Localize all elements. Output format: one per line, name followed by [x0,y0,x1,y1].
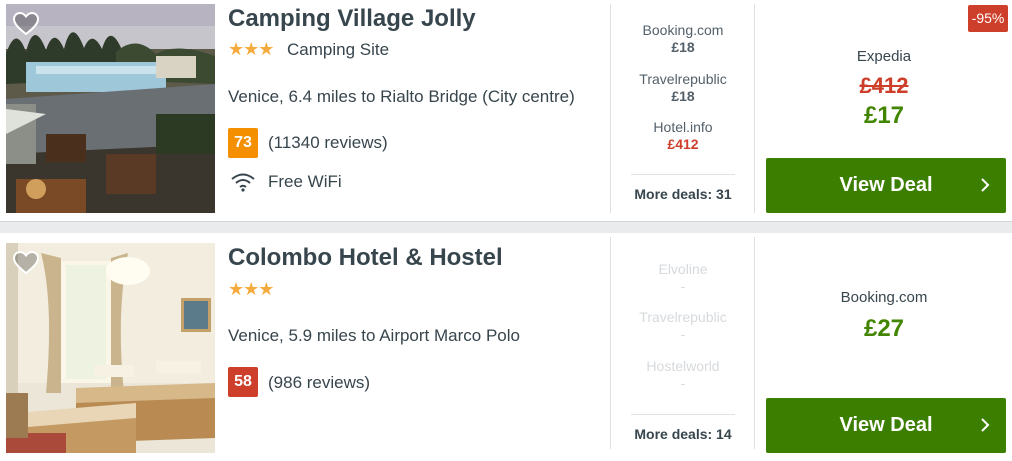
hotel-card-colombo-hotel-hostel: Colombo Hotel & Hostel ★★★ Venice, 5.9 m… [0,233,1012,461]
amenity-free-wifi: Free WiFi [268,172,342,191]
review-count[interactable]: (11340 reviews) [268,133,388,153]
divider [754,237,755,449]
hotel-location[interactable]: Venice, 6.4 miles to Rialto Bridge (City… [228,87,575,107]
card-separator [0,221,1012,233]
review-count[interactable]: (986 reviews) [268,373,370,393]
hotel-name[interactable]: Colombo Hotel & Hostel [228,244,503,272]
deal-provider: Travelrepublic [639,71,727,87]
more-deals-link[interactable]: More deals: 14 [612,426,754,442]
hotel-name[interactable]: Camping Village Jolly [228,5,476,33]
view-deal-button[interactable]: View Deal [766,158,1006,213]
deal-travelrepublic: Travelrepublic - [612,309,754,342]
deal-travelrepublic[interactable]: Travelrepublic £18 [612,71,754,104]
rating-score-badge: 73 [228,128,258,158]
best-deal-provider: Booking.com [840,289,928,306]
heart-icon[interactable] [13,12,39,36]
view-deal-button[interactable]: View Deal [766,398,1006,453]
divider [610,237,611,449]
view-deal-label: View Deal [839,174,933,196]
wifi-icon [231,173,255,192]
deal-hostelworld: Hostelworld - [612,358,754,391]
deal-elvoline: Elvoline - [612,261,754,294]
view-deal-label: View Deal [839,414,933,436]
divider [631,414,735,415]
heart-icon[interactable] [13,251,39,275]
chevron-right-icon [981,418,990,432]
divider [754,4,755,213]
divider [631,174,735,175]
best-price: £27 [863,315,905,342]
discount-badge: -95% [968,5,1008,32]
deal-price: - [680,278,686,294]
deal-provider: Hostelworld [646,358,720,374]
deal-price: £412 [667,136,699,152]
deal-booking-com[interactable]: Booking.com £18 [612,22,754,55]
deal-price: £18 [671,39,695,55]
deal-provider: Hotel.info [653,119,713,135]
more-deals-link[interactable]: More deals: 31 [612,186,754,202]
deal-price: - [680,375,686,391]
deal-hotel-info[interactable]: Hotel.info £412 [612,119,754,152]
hotel-location[interactable]: Venice, 5.9 miles to Airport Marco Polo [228,326,520,346]
deal-provider: Booking.com [642,22,724,38]
deal-provider: Elvoline [658,261,708,277]
old-price: £412 [859,73,909,98]
hotel-card-camping-village-jolly: Camping Village Jolly ★★★ Camping Site V… [0,0,1012,221]
star-rating-stars: ★★★ [228,279,274,299]
deal-price: £18 [671,88,695,104]
best-price: £17 [863,102,905,129]
chevron-right-icon [981,178,990,192]
deal-price: - [680,326,686,342]
accommodation-type: Camping Site [287,40,390,59]
star-rating-stars: ★★★ [228,39,274,59]
divider [610,4,611,213]
rating-score-badge: 58 [228,367,258,397]
best-deal-provider: Expedia [856,48,912,65]
deal-provider: Travelrepublic [639,309,727,325]
